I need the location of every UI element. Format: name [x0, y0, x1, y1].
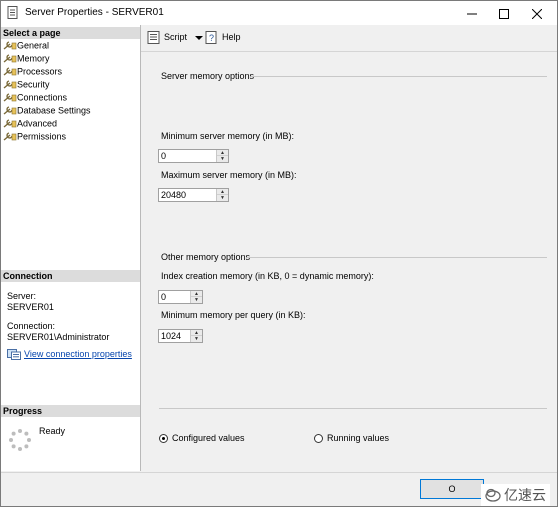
properties-window: Server Properties - SERVER01 Select a pa…	[0, 0, 558, 507]
page-item-processors[interactable]: Processors	[3, 65, 62, 77]
query-memory-stepper[interactable]: ▲ ▼	[158, 329, 203, 343]
max-memory-stepper[interactable]: ▲ ▼	[158, 188, 229, 202]
min-memory-stepper[interactable]: ▲ ▼	[158, 149, 229, 163]
group-divider	[251, 76, 547, 77]
window-title: Server Properties - SERVER01	[25, 7, 164, 18]
toolbar: Script ? Help	[141, 25, 557, 52]
view-connection-properties[interactable]: View connection properties	[7, 349, 132, 360]
page-item-advanced[interactable]: Advanced	[3, 117, 57, 129]
wrench-icon	[3, 79, 17, 89]
page-item-general[interactable]: General	[3, 39, 49, 51]
min-memory-input[interactable]	[159, 150, 218, 162]
maximize-icon	[499, 8, 509, 19]
page-label: Security	[17, 79, 50, 90]
spin-down-icon[interactable]: ▼	[217, 195, 228, 201]
maximize-button[interactable]	[488, 1, 520, 25]
values-divider	[159, 408, 547, 409]
page-item-security[interactable]: Security	[3, 78, 50, 90]
spin-down-icon[interactable]: ▼	[217, 156, 228, 162]
other-memory-options-title: Other memory options	[161, 252, 251, 262]
configured-values-label: Configured values	[172, 433, 245, 443]
spin-down-icon[interactable]: ▼	[191, 297, 202, 303]
wrench-icon	[3, 118, 17, 128]
script-label: Script	[164, 32, 188, 42]
query-memory-input[interactable]	[159, 330, 192, 342]
minimize-icon	[467, 13, 477, 15]
page-label: Database Settings	[17, 105, 91, 116]
spin-down-icon[interactable]: ▼	[191, 336, 202, 342]
page-item-permissions[interactable]: Permissions	[3, 130, 66, 142]
help-button[interactable]: ? Help	[205, 31, 241, 44]
close-icon	[531, 8, 543, 20]
ok-button[interactable]: O	[420, 479, 484, 499]
page-item-memory[interactable]: Memory	[3, 52, 50, 64]
query-memory-label: Minimum memory per query (in KB):	[161, 310, 306, 320]
help-icon: ?	[205, 31, 217, 44]
sidebar: Select a page General Memory Processors …	[1, 25, 141, 471]
page-label: General	[17, 40, 50, 51]
script-icon	[147, 31, 160, 44]
page-label: Connections	[17, 92, 68, 103]
watermark-text: 亿速云	[504, 487, 546, 503]
svg-text:?: ?	[209, 33, 214, 43]
page-label: Memory	[17, 53, 50, 64]
progress-spinner-icon	[9, 429, 31, 451]
spin-buttons: ▲ ▼	[216, 150, 228, 162]
page-item-database-settings[interactable]: Database Settings	[3, 104, 91, 116]
server-value: SERVER01	[7, 302, 54, 312]
connection-label: Connection:	[7, 321, 56, 331]
progress-status: Ready	[39, 426, 66, 436]
group-divider	[247, 257, 547, 258]
script-button[interactable]: Script	[147, 31, 204, 44]
page-label: Permissions	[17, 131, 67, 142]
wrench-icon	[3, 105, 17, 115]
connection-header: Connection	[1, 270, 140, 282]
server-label: Server:	[7, 291, 37, 301]
radio-unselected-icon[interactable]	[314, 433, 323, 443]
wrench-icon	[3, 92, 17, 102]
wrench-icon	[3, 131, 17, 141]
page-label: Advanced	[17, 118, 58, 129]
configured-values-radio[interactable]: Configured values	[159, 433, 245, 443]
radio-selected-icon[interactable]	[159, 433, 168, 443]
running-values-radio[interactable]: Running values	[314, 433, 389, 443]
wrench-icon	[3, 53, 17, 63]
spin-buttons: ▲ ▼	[190, 291, 202, 303]
watermark-logo-icon	[485, 488, 501, 502]
index-memory-input[interactable]	[159, 291, 192, 303]
page-item-connections[interactable]: Connections	[3, 91, 67, 103]
watermark: 亿速云	[481, 484, 550, 506]
index-memory-label: Index creation memory (in KB, 0 = dynami…	[161, 271, 374, 281]
help-label: Help	[222, 32, 241, 42]
memory-page: Server memory options Minimum server mem…	[141, 52, 557, 472]
server-properties-icon	[7, 6, 18, 19]
connection-properties-icon	[7, 349, 21, 360]
max-memory-input[interactable]	[159, 189, 218, 201]
button-bar: O	[1, 472, 557, 506]
running-values-label: Running values	[327, 433, 390, 443]
spin-buttons: ▲ ▼	[190, 330, 202, 342]
wrench-icon	[3, 40, 17, 50]
view-connection-link[interactable]: View connection properties	[24, 349, 132, 360]
max-memory-label: Maximum server memory (in MB):	[161, 170, 297, 180]
close-button[interactable]	[521, 1, 553, 25]
title-bar: Server Properties - SERVER01	[1, 1, 557, 25]
connection-value: SERVER01\Administrator	[7, 332, 110, 342]
dropdown-arrow-icon[interactable]	[194, 34, 204, 42]
wrench-icon	[3, 66, 17, 76]
select-page-header: Select a page	[1, 27, 140, 39]
server-memory-options-title: Server memory options	[161, 71, 255, 81]
min-memory-label: Minimum server memory (in MB):	[161, 131, 295, 141]
minimize-button[interactable]	[456, 1, 488, 25]
spin-buttons: ▲ ▼	[216, 189, 228, 201]
index-memory-stepper[interactable]: ▲ ▼	[158, 290, 203, 304]
page-label: Processors	[17, 66, 63, 77]
progress-header: Progress	[1, 405, 140, 417]
